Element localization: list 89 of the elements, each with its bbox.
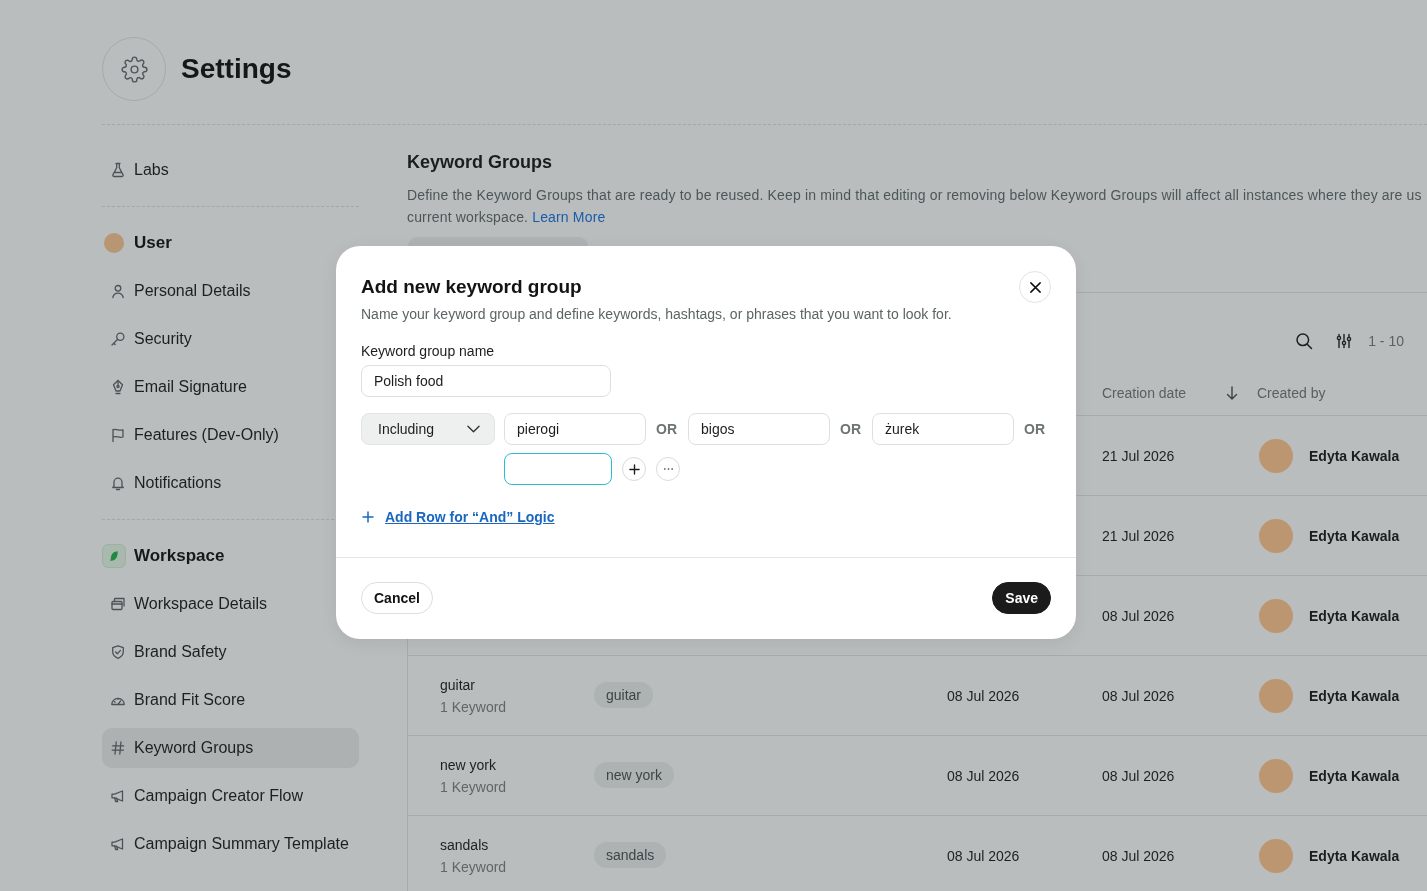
creator-name: Edyta Kawala — [1309, 607, 1400, 624]
user-avatar — [104, 233, 124, 253]
creation-date: 08 Jul 2026 — [1102, 767, 1175, 784]
person-icon — [110, 283, 126, 299]
group-name: new york — [440, 755, 497, 775]
dialog-subtitle: Name your keyword group and define keywords, hashtags, or phrases that you want to look for. — [361, 305, 952, 324]
sidebar-item[interactable]: Email Signature — [102, 367, 359, 407]
user-avatar — [1259, 598, 1293, 633]
sidebar-item[interactable]: Brand Fit Score — [102, 680, 359, 720]
flag-icon — [110, 427, 126, 443]
sidebar-item[interactable]: Features (Dev-Only) — [102, 415, 359, 455]
search-icon[interactable] — [1295, 332, 1314, 350]
date-text: 08 Jul 2026 — [947, 848, 1020, 864]
sidebar-item[interactable]: Brand Safety — [102, 632, 359, 672]
user-avatar — [1259, 678, 1293, 713]
sidebar-item[interactable]: Labs — [102, 150, 359, 190]
ellipsis-icon — [662, 467, 674, 471]
sidebar-item[interactable]: Personal Details — [102, 271, 359, 311]
column-header[interactable]: Created by — [1257, 384, 1326, 401]
arrow-down-icon[interactable] — [1226, 385, 1238, 400]
sidebar-item[interactable]: Campaign Creator Flow — [102, 776, 359, 816]
creator-name: Edyta Kawala — [1309, 848, 1400, 864]
close-icon — [1028, 280, 1042, 294]
creator-name: Edyta Kawala — [1309, 447, 1400, 464]
user-avatar — [1259, 518, 1293, 553]
field-label: Keyword group name — [361, 342, 495, 361]
learn-more-link[interactable]: Learn More — [532, 209, 606, 225]
cancel-button[interactable]: Cancel — [361, 582, 433, 614]
leaf-icon — [102, 544, 126, 568]
section-heading: Workspace — [134, 546, 225, 566]
creation-date: 08 Jul 2026 — [1102, 607, 1175, 624]
creator-name: Edyta Kawala — [1309, 767, 1400, 784]
page-range: 1 - 10 — [1368, 333, 1404, 349]
group-name: guitar — [440, 675, 476, 695]
plus-icon — [628, 463, 640, 475]
or-label: OR — [840, 420, 862, 439]
keyword-input[interactable]: bigos — [688, 413, 830, 445]
save-button[interactable]: Save — [992, 582, 1051, 614]
section-title: Keyword Groups — [407, 151, 553, 174]
keyword-count: 1 Keyword — [440, 858, 507, 877]
flask-icon — [110, 162, 126, 178]
sliders-icon[interactable] — [1336, 333, 1353, 349]
date-text: 08 Jul 2026 — [947, 767, 1020, 784]
keyword-count: 1 Keyword — [440, 697, 507, 717]
column-header[interactable]: Creation date — [1102, 384, 1187, 401]
keyword-chip: sandals — [594, 842, 667, 868]
keyword-count: 1 Keyword — [440, 777, 507, 797]
page-title: Settings — [181, 52, 292, 86]
keyword-input[interactable] — [504, 453, 612, 485]
creation-date: 08 Jul 2026 — [1102, 848, 1175, 864]
creation-date: 08 Jul 2026 — [1102, 687, 1175, 704]
keyword-chip: new york — [594, 761, 675, 788]
creation-date: 21 Jul 2026 — [1102, 527, 1175, 544]
user-avatar — [1259, 839, 1293, 873]
date-text: 08 Jul 2026 — [947, 687, 1020, 704]
key-icon — [110, 331, 126, 347]
or-label: OR — [656, 420, 678, 439]
pen-nib-icon — [110, 379, 126, 395]
sidebar-item[interactable]: Security — [102, 319, 359, 359]
creator-name: Edyta Kawala — [1309, 527, 1400, 544]
keyword-input[interactable]: żurek — [872, 413, 1014, 445]
sidebar-item[interactable]: Campaign Summary Template — [102, 824, 359, 864]
close-button[interactable] — [1019, 271, 1051, 303]
sidebar-item[interactable]: Keyword Groups — [102, 728, 359, 768]
creation-date: 21 Jul 2026 — [1102, 447, 1175, 464]
description-text: Define the Keyword Groups that are ready to be reused. Keep in mind that editing or removing below Keyword Groups will affect all instances where they are us current workspace. Learn More — [407, 186, 1422, 227]
or-label: OR — [1024, 420, 1046, 439]
hash-icon — [110, 740, 126, 756]
bell-icon — [110, 475, 126, 491]
user-avatar — [1259, 438, 1293, 473]
chevron-down-icon — [467, 425, 480, 433]
megaphone-icon — [110, 788, 126, 804]
user-avatar — [1259, 758, 1293, 793]
add-row-link[interactable]: Add Row for “And” Logic — [361, 507, 555, 527]
keyword-chip: guitar — [594, 681, 654, 708]
group-name: sandals — [440, 836, 489, 855]
plus-icon — [362, 511, 374, 523]
creator-name: Edyta Kawala — [1309, 687, 1400, 704]
megaphone-icon — [110, 836, 126, 852]
add-keyword-button[interactable] — [622, 457, 646, 481]
keyword-input[interactable]: pierogi — [504, 413, 646, 445]
dialog-title: Add new keyword group — [361, 275, 582, 299]
shield-check-icon — [110, 644, 126, 660]
sidebar-item[interactable]: Workspace Details — [102, 584, 359, 624]
operator-dropdown[interactable]: Including — [361, 413, 495, 445]
name-input[interactable]: Polish food — [361, 365, 611, 397]
stacked-windows-icon — [110, 596, 126, 612]
section-heading: User — [134, 233, 172, 253]
sidebar-item[interactable]: Notifications — [102, 463, 359, 503]
